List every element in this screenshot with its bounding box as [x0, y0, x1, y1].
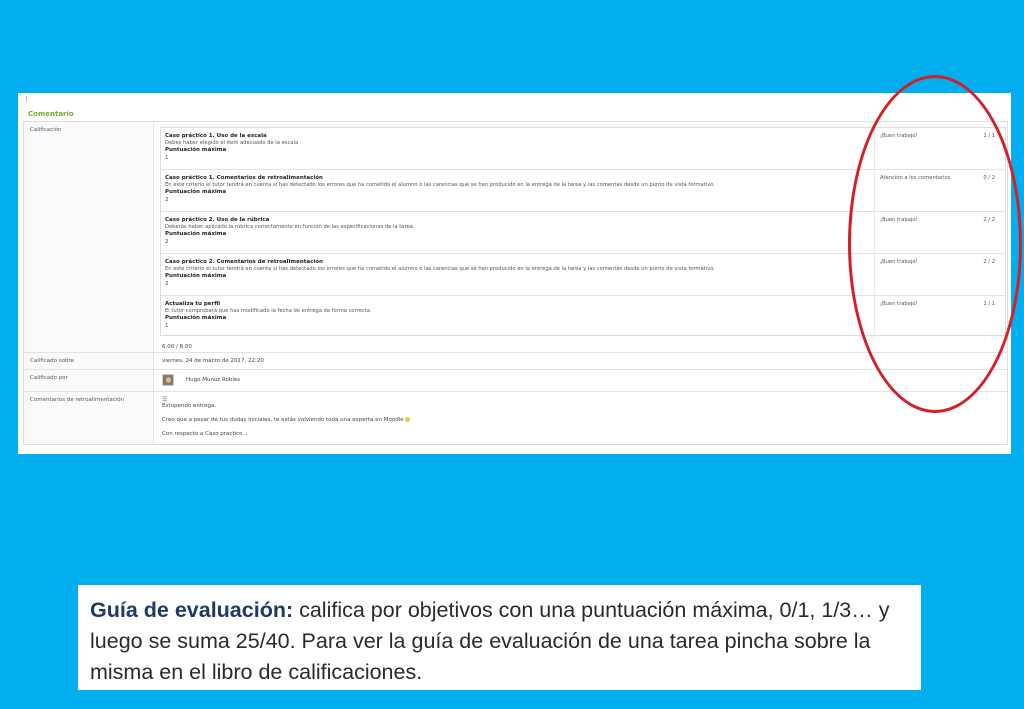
criterion-description: En este criterio el tutor tendrá en cuen… — [165, 182, 715, 188]
avatar[interactable] — [162, 374, 174, 386]
total-score: 6,00 / 8,00 — [162, 344, 192, 350]
calificado-sobre-label: Calificado sobre — [30, 358, 74, 364]
max-score-label: Puntuación máxima — [165, 273, 227, 279]
divider — [26, 96, 27, 102]
criterion-title: Actualiza tu perfil — [165, 301, 221, 307]
feedback-line: Estupendo entrega. — [162, 403, 217, 409]
row-calificado-por: Calificado por Hugo Munoz Robles — [24, 369, 1007, 391]
max-score-value: 2 — [165, 197, 169, 203]
section-title: Comentario — [28, 110, 74, 118]
max-score-value: 1 — [165, 155, 169, 161]
max-score-value: 1 — [165, 323, 169, 329]
smiley-icon — [404, 417, 410, 422]
feedback-line: Creo que a pesar de tus dudas iniciales,… — [162, 417, 410, 423]
calificado-por-label: Calificado por — [30, 375, 68, 381]
max-score-label: Puntuación máxima — [165, 231, 227, 237]
criterion-title: Caso práctico 1. Uso de la escala — [165, 133, 267, 139]
max-score-value: 2 — [165, 239, 169, 245]
criterion-description: Debes haber elegido el item adecuado de … — [165, 140, 299, 146]
row-comentarios: Comentarios de retroalimentación ☰ Estup… — [24, 391, 1007, 446]
calificado-sobre-value: viernes, 24 de marzo de 2017, 22:20 — [162, 358, 264, 364]
criterion-title: Caso práctico 2. Uso de la rúbrica — [165, 217, 270, 223]
max-score-label: Puntuación máxima — [165, 315, 227, 321]
grader-name[interactable]: Hugo Munoz Robles — [186, 377, 240, 383]
highlight-ellipse — [848, 75, 1022, 413]
criterion-description: En este criterio el tutor tendrá en cuen… — [165, 266, 715, 272]
calificacion-label: Calificación — [30, 127, 62, 133]
max-score-label: Puntuación máxima — [165, 147, 227, 153]
row-calificado-sobre: Calificado sobre viernes, 24 de marzo de… — [24, 352, 1007, 369]
max-score-value: 2 — [165, 281, 169, 287]
criterion-description: Deberás haber aplicado la rúbrica correc… — [165, 224, 415, 230]
criterion-description: El tutor comprobará que has modificado l… — [165, 308, 372, 314]
feedback-text: Creo que a pesar de tus dudas iniciales,… — [162, 417, 404, 423]
criterion-title: Caso práctico 1. Comentarios de retroali… — [165, 175, 323, 181]
max-score-label: Puntuación máxima — [165, 189, 227, 195]
comment-icon: ☰ — [162, 396, 168, 403]
criterion-title: Caso práctico 2. Comentarios de retroali… — [165, 259, 323, 265]
feedback-line: Con respecto a Caso practico... — [162, 431, 248, 437]
comentarios-label: Comentarios de retroalimentación — [30, 397, 125, 403]
caption-box: Guía de evaluación: califica por objetiv… — [78, 585, 921, 690]
caption-title: Guía de evaluación: — [90, 598, 294, 622]
